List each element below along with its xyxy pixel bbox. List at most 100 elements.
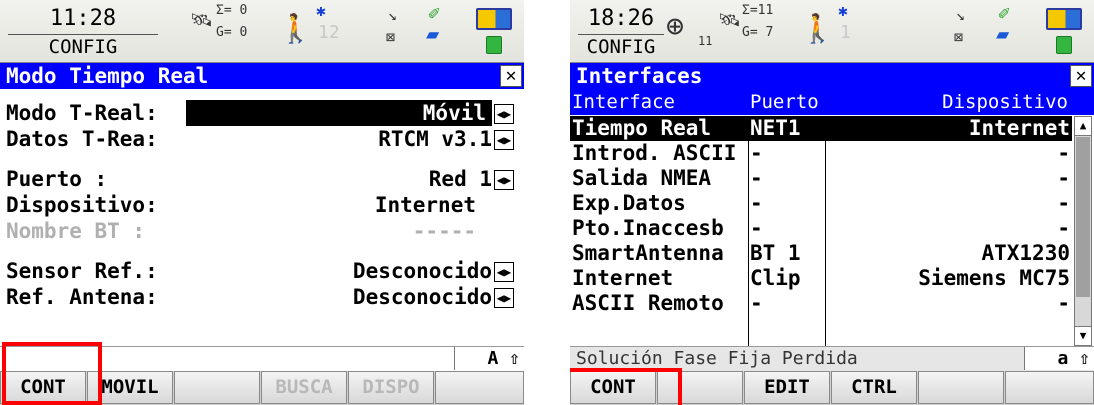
row-value[interactable]: Desconocido [353, 258, 492, 284]
right-screen: 18:26 CONFIG ⊕ 11 🛰 Σ=11 G= 7 🚶 ✱ 1 ↘ ⊠ … [570, 0, 1094, 405]
walker-icon: 🚶 [278, 12, 313, 45]
sats-sigma: Σ= 0 [216, 3, 248, 18]
table-row[interactable]: Tiempo Real NET1 Internet [570, 116, 1072, 141]
sats-g: G= 7 [742, 25, 774, 40]
f3-button[interactable] [174, 371, 260, 404]
cell-device: - [1057, 166, 1070, 190]
row-label: Modo T-Real: [6, 101, 158, 125]
scroll-thumb[interactable] [1076, 137, 1090, 297]
cell-interface: SmartAntenna [572, 241, 724, 265]
left-right-arrows-icon[interactable]: ◀▶ [494, 262, 514, 282]
table-header: Interface Puerto Dispositivo [570, 89, 1094, 115]
row-puerto[interactable]: Puerto : Red 1 ◀▶ [6, 166, 518, 192]
bluetooth-icon: ✱ [316, 1, 326, 20]
cell-interface: Exp.Datos [572, 191, 686, 215]
table-row[interactable]: Salida NMEA - - [570, 166, 1072, 191]
sats-count: 1 [840, 22, 851, 43]
card-icon: ▰ [996, 22, 1010, 47]
row-nombre-bt: Nombre BT : ----- [6, 218, 518, 244]
clock-time: 11:28 [49, 6, 117, 31]
row-ref-antena[interactable]: Ref. Antena: Desconocido ◀▶ [6, 284, 518, 310]
row-label: Datos T-Rea: [6, 127, 158, 151]
clock-time: 18:26 [587, 6, 655, 31]
connect-icon: ⊠ [386, 28, 396, 46]
cell-device: - [1057, 291, 1070, 315]
scrollbar[interactable]: ▲ ▼ [1074, 116, 1092, 346]
cell-port: - [750, 141, 763, 165]
left-right-arrows-icon[interactable]: ◀▶ [494, 170, 514, 190]
cell-interface: ASCII Remoto [572, 291, 724, 315]
left-screen: 11:28 CONFIG 🛰 Σ= 0 G= 0 🚶 ✱ 12 ↘ ⊠ ✐ ▰ … [0, 0, 524, 405]
radio-icon: ↘ [956, 6, 966, 24]
cell-device: - [1057, 141, 1070, 165]
row-label: Puerto : [6, 167, 108, 191]
f4-busca-button[interactable]: BUSCA [261, 371, 347, 404]
highlight-box [2, 342, 102, 405]
left-right-arrows-icon[interactable]: ◀▶ [494, 130, 514, 150]
scroll-up-icon[interactable]: ▲ [1075, 117, 1091, 136]
f6-button[interactable] [1005, 371, 1094, 404]
interfaces-table: Tiempo Real NET1 Internet Introd. ASCII … [570, 116, 1094, 346]
col-dispositivo: Dispositivo [942, 91, 1068, 113]
cell-interface: Salida NMEA [572, 166, 712, 190]
cell-port: - [750, 166, 763, 190]
cell-interface: Tiempo Real [572, 116, 712, 140]
f4-ctrl-button[interactable]: CTRL [831, 371, 917, 404]
table-row[interactable]: SmartAntenna BT 1 ATX1230 [570, 241, 1072, 266]
cell-port: - [750, 191, 763, 215]
title-bar: Interfaces ✕ [570, 63, 1094, 89]
sats-sigma: Σ=11 [742, 3, 774, 18]
f5-button[interactable] [918, 371, 1004, 404]
bluetooth-icon: ✱ [838, 1, 848, 20]
satellite-icon: 🛰 [718, 10, 741, 31]
cell-port: - [750, 291, 763, 315]
cell-device: ATX1230 [981, 241, 1070, 265]
table-row[interactable]: Introd. ASCII - - [570, 141, 1072, 166]
battery-icon [1046, 8, 1082, 30]
close-icon[interactable]: ✕ [1070, 65, 1092, 87]
row-value[interactable]: RTCM v3.1 [378, 126, 492, 152]
table-row[interactable]: ASCII Remoto - - [570, 291, 1072, 316]
row-value[interactable]: Red 1 [429, 166, 492, 192]
title-bar: Modo Tiempo Real ✕ [0, 63, 524, 89]
page-title: Interfaces [576, 64, 703, 88]
cell-device: Siemens MC75 [918, 266, 1070, 290]
page-title: Modo Tiempo Real [6, 64, 209, 88]
table-row[interactable]: Exp.Datos - - [570, 191, 1072, 216]
target-icon: ⊕ [666, 9, 685, 44]
modem-icon: ✐ [998, 1, 1011, 25]
row-sensor-ref[interactable]: Sensor Ref.: Desconocido ◀▶ [6, 258, 518, 284]
connect-icon: ⊠ [954, 28, 964, 46]
left-right-arrows-icon[interactable]: ◀▶ [494, 104, 514, 124]
table-row[interactable]: Pto.Inaccesb - - [570, 216, 1072, 241]
mode-label: CONFIG [48, 36, 118, 58]
col-interface: Interface [572, 91, 675, 113]
column-divider [748, 116, 749, 346]
cell-port: Clip [750, 266, 801, 290]
left-right-arrows-icon[interactable]: ◀▶ [494, 288, 514, 308]
row-label: Dispositivo: [6, 193, 158, 217]
row-dispositivo: Dispositivo: Internet [6, 192, 518, 218]
plug-icon [1056, 36, 1072, 54]
column-divider [825, 116, 826, 346]
row-datos-trea[interactable]: Datos T-Rea: RTCM v3.1 ◀▶ [6, 126, 518, 152]
f6-button[interactable] [435, 371, 524, 404]
cell-device: - [1057, 191, 1070, 215]
f5-dispo-button[interactable]: DISPO [348, 371, 434, 404]
f3-edit-button[interactable]: EDIT [744, 371, 830, 404]
status-bar: 11:28 CONFIG 🛰 Σ= 0 G= 0 🚶 ✱ 12 ↘ ⊠ ✐ ▰ [0, 0, 524, 63]
clock: 11:28 CONFIG [8, 6, 168, 58]
plug-icon [486, 36, 502, 54]
row-value[interactable]: Móvil [186, 100, 492, 126]
cell-device: Internet [968, 116, 1070, 140]
sats-11: 11 [698, 34, 713, 48]
table-row[interactable]: Internet Clip Siemens MC75 [570, 266, 1072, 291]
row-label: Ref. Antena: [6, 285, 158, 309]
row-value[interactable]: Desconocido [353, 284, 492, 310]
scroll-down-icon[interactable]: ▼ [1075, 326, 1091, 345]
input-mode-indicator: A ⇧ [454, 347, 524, 370]
status-bar: 18:26 CONFIG ⊕ 11 🛰 Σ=11 G= 7 🚶 ✱ 1 ↘ ⊠ … [570, 0, 1094, 63]
close-icon[interactable]: ✕ [500, 65, 522, 87]
row-label: Sensor Ref.: [6, 259, 158, 283]
row-modo-treal[interactable]: Modo T-Real: Móvil ◀▶ [6, 100, 518, 126]
